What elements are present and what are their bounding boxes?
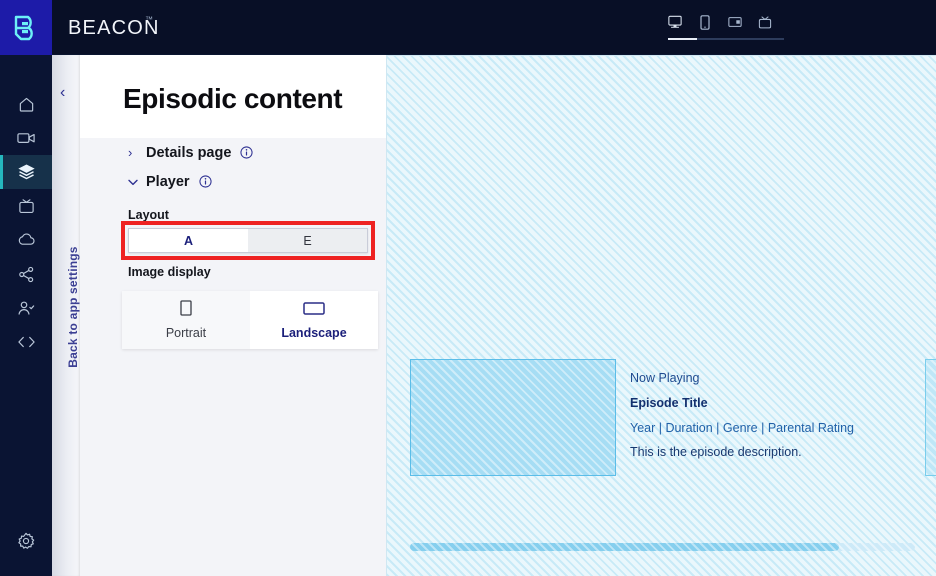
cloud-icon	[18, 233, 35, 245]
section-label-player: Player	[146, 173, 190, 190]
device-tab-underline	[668, 38, 784, 40]
episode-metadata: Now Playing Episode Title Year | Duratio…	[630, 371, 920, 471]
layout-segmented-control[interactable]: A E	[128, 228, 368, 253]
settings-panel: ‹ Back to app settings Episodic content …	[52, 55, 386, 576]
top-bar: BEACON ™	[0, 0, 936, 55]
next-episode-thumbnail-placeholder[interactable]	[925, 359, 936, 476]
image-display-label-landscape: Landscape	[281, 325, 347, 340]
image-display-option-group: Portrait Landscape	[122, 291, 378, 349]
page-title: Episodic content	[123, 83, 343, 114]
left-nav-rail	[0, 55, 52, 576]
image-display-label-portrait: Portrait	[165, 326, 207, 340]
panel-collapse-chevron-icon[interactable]: ‹	[60, 85, 65, 101]
code-brackets-icon	[17, 336, 35, 348]
episode-thumbnail-placeholder[interactable]	[410, 359, 616, 476]
layout-option-a[interactable]: A	[129, 229, 248, 252]
sidebar-item-cloud[interactable]	[0, 223, 52, 257]
device-tab-set-top-box[interactable]	[728, 12, 742, 32]
section-header-details-page[interactable]: › Details page	[80, 138, 386, 167]
layers-icon	[17, 164, 35, 180]
device-tab-underline-active	[668, 38, 697, 40]
episode-facts-line: Year | Duration | Genre | Parental Ratin…	[630, 420, 854, 435]
field-label-image-display: Image display	[128, 265, 211, 279]
gear-icon	[18, 532, 35, 549]
sidebar-item-apps[interactable]	[0, 189, 52, 223]
episode-title: Episode Title	[630, 395, 708, 410]
layout-field-wrapper: A E	[121, 221, 375, 260]
portrait-rect-icon	[180, 300, 192, 319]
share-nodes-icon	[18, 266, 33, 282]
section-header-player[interactable]: Player	[80, 167, 386, 196]
sidebar-item-audience[interactable]	[0, 291, 52, 325]
landscape-rect-icon	[303, 301, 325, 319]
image-display-option-landscape[interactable]: Landscape	[250, 291, 378, 349]
player-scrubber-track[interactable]	[410, 543, 915, 551]
layout-option-e[interactable]: E	[248, 229, 367, 252]
chevron-down-icon	[128, 175, 138, 188]
tv-icon	[18, 198, 34, 213]
sidebar-item-layouts[interactable]	[0, 155, 52, 189]
video-camera-icon	[16, 133, 35, 143]
sidebar-item-distribution[interactable]	[0, 257, 52, 291]
user-check-icon	[18, 301, 35, 315]
trademark-symbol: ™	[145, 15, 153, 24]
beacon-b-logo-icon[interactable]	[0, 0, 52, 55]
chevron-right-icon: ›	[128, 145, 133, 160]
field-label-layout: Layout	[128, 208, 169, 222]
episode-description: This is the episode description.	[630, 445, 802, 460]
info-circle-icon[interactable]	[240, 146, 254, 159]
panel-content: › Details page Player Layout A E Image d…	[80, 138, 386, 349]
image-display-option-portrait[interactable]: Portrait	[122, 291, 250, 349]
panel-header: Episodic content	[80, 55, 386, 138]
info-circle-icon[interactable]	[198, 175, 212, 188]
player-scrubber-fill	[410, 543, 840, 551]
panel-edge-strip: ‹ Back to app settings	[52, 55, 80, 576]
app-root: BEACON ™ ‹ Back to app settings Episodic…	[0, 0, 936, 576]
section-label-details-page: Details page	[146, 144, 232, 161]
settings-panel-body: Episodic content › Details page Player L…	[80, 55, 386, 576]
device-tab-desktop[interactable]	[668, 12, 682, 32]
back-to-app-settings-link[interactable]: Back to app settings	[66, 242, 80, 372]
sidebar-item-developers[interactable]	[0, 325, 52, 359]
sidebar-item-settings[interactable]	[0, 524, 52, 558]
sidebar-item-video[interactable]	[0, 121, 52, 155]
device-preview-switcher	[668, 12, 784, 40]
sidebar-item-home[interactable]	[0, 87, 52, 121]
home-icon	[19, 97, 33, 112]
device-tab-mobile[interactable]	[698, 12, 712, 32]
now-playing-label: Now Playing	[630, 371, 700, 385]
player-preview-canvas: Now Playing Episode Title Year | Duratio…	[386, 55, 936, 576]
device-tab-tv[interactable]	[758, 12, 772, 32]
